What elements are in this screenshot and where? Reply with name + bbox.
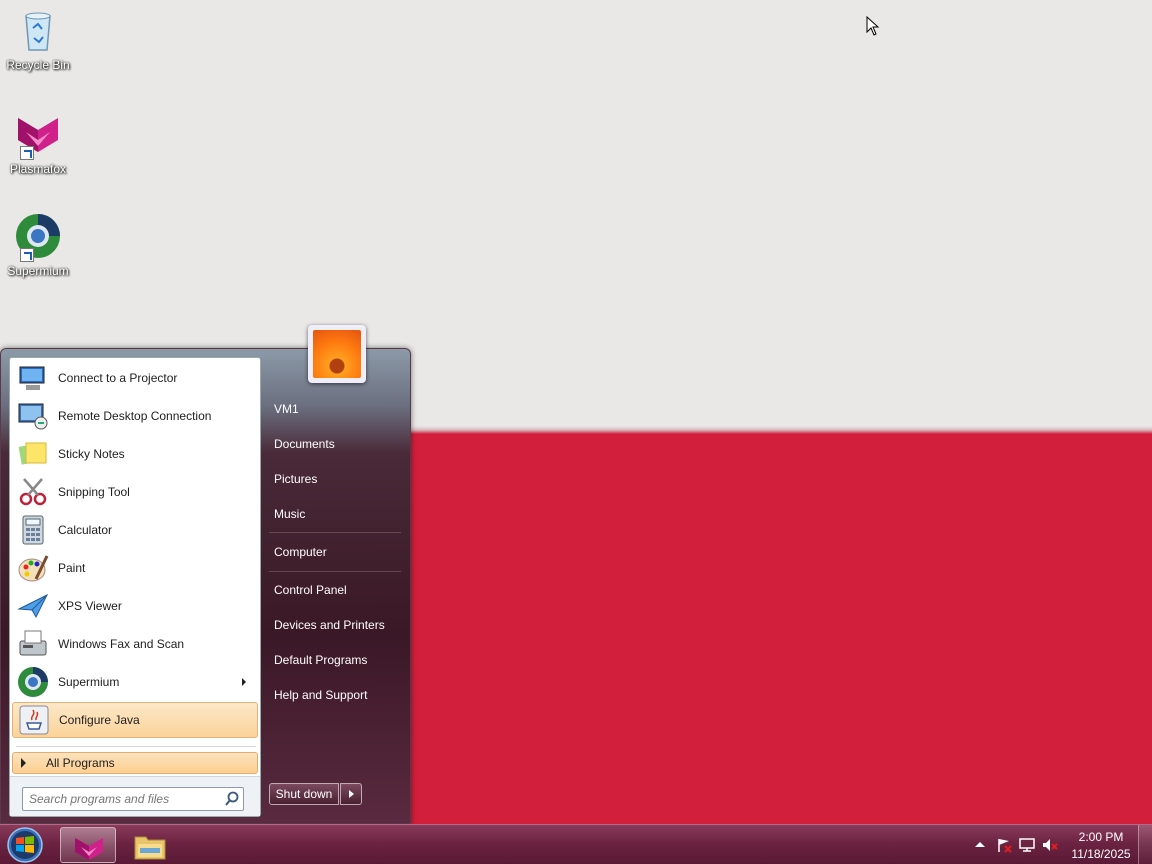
shutdown-button[interactable]: Shut down	[269, 783, 339, 805]
folder-icon	[134, 836, 166, 860]
taskbar-button-windows-explorer[interactable]	[122, 827, 178, 863]
all-programs-button[interactable]: All Programs	[12, 752, 258, 774]
fax-icon	[16, 627, 50, 661]
desktop-icon-plasmafox[interactable]: Plasmafox	[0, 110, 76, 176]
action-center-flag-icon[interactable]	[996, 837, 1012, 853]
program-sticky-notes[interactable]: Sticky Notes	[12, 436, 258, 472]
program-windows-fax-and-scan[interactable]: Windows Fax and Scan	[12, 626, 258, 662]
program-calculator[interactable]: Calculator	[12, 512, 258, 548]
desktop-icon-label: Plasmafox	[9, 162, 67, 176]
java-icon	[17, 703, 51, 737]
link-documents[interactable]: Documents	[274, 437, 335, 451]
link-control-panel[interactable]: Control Panel	[274, 583, 347, 597]
program-paint[interactable]: Paint	[12, 550, 258, 586]
calculator-icon	[16, 513, 50, 547]
desktop-icon-label: Supermium	[7, 264, 69, 278]
supermium-icon	[16, 665, 50, 699]
taskbar-button-plasmafox[interactable]	[60, 827, 116, 863]
plasmafox-icon	[75, 838, 103, 860]
start-orb-button[interactable]	[4, 826, 46, 864]
remote-desktop-icon	[16, 399, 50, 433]
paint-icon	[16, 551, 50, 585]
scissors-icon	[16, 475, 50, 509]
flower-avatar-icon	[313, 330, 361, 378]
taskbar: 2:00 PM 11/18/2025	[0, 824, 1152, 864]
programs-separator	[16, 746, 256, 747]
right-separator	[269, 532, 401, 533]
user-name-link[interactable]: VM1	[274, 402, 299, 416]
link-default-programs[interactable]: Default Programs	[274, 653, 367, 667]
program-connect-to-projector[interactable]: Connect to a Projector	[12, 360, 258, 396]
right-separator	[269, 571, 401, 572]
program-remote-desktop-connection[interactable]: Remote Desktop Connection	[12, 398, 258, 434]
program-xps-viewer[interactable]: XPS Viewer	[12, 588, 258, 624]
projector-icon	[16, 361, 50, 395]
show-hidden-icons-arrow[interactable]	[972, 837, 988, 853]
search-area	[10, 776, 260, 816]
user-picture[interactable]	[308, 325, 366, 383]
xps-viewer-icon	[16, 589, 50, 623]
clock-date[interactable]: 11/18/2025	[1061, 847, 1141, 861]
show-desktop-button[interactable]	[1138, 825, 1152, 864]
shortcut-arrow-icon	[20, 146, 34, 160]
link-pictures[interactable]: Pictures	[274, 472, 317, 486]
start-menu: Connect to a Projector Remote Desktop Co…	[0, 325, 411, 824]
mouse-cursor-icon	[866, 16, 880, 36]
link-devices-and-printers[interactable]: Devices and Printers	[274, 618, 385, 632]
sticky-notes-icon	[16, 437, 50, 471]
start-menu-programs-pane: Connect to a Projector Remote Desktop Co…	[9, 357, 261, 817]
shortcut-arrow-icon	[20, 248, 34, 262]
program-supermium[interactable]: Supermium	[12, 664, 258, 700]
link-music[interactable]: Music	[274, 507, 305, 521]
desktop-icon-recycle-bin[interactable]: Recycle Bin	[0, 6, 76, 72]
supermium-icon	[14, 212, 62, 262]
link-help-and-support[interactable]: Help and Support	[274, 688, 367, 702]
shutdown-options-arrow-button[interactable]	[340, 783, 362, 805]
search-icon[interactable]	[224, 791, 240, 807]
recycle-bin-icon	[14, 6, 62, 54]
expand-arrow-icon	[21, 758, 26, 768]
clock-time[interactable]: 2:00 PM	[1061, 830, 1141, 844]
search-input[interactable]	[22, 787, 244, 811]
program-snipping-tool[interactable]: Snipping Tool	[12, 474, 258, 510]
network-icon[interactable]	[1019, 837, 1035, 853]
desktop-icon-label: Recycle Bin	[6, 58, 70, 72]
plasmafox-icon	[14, 110, 62, 160]
volume-muted-icon[interactable]	[1042, 837, 1058, 853]
desktop-icon-supermium[interactable]: Supermium	[0, 212, 76, 278]
program-configure-java[interactable]: Configure Java	[12, 702, 258, 738]
link-computer[interactable]: Computer	[274, 545, 327, 559]
submenu-arrow-icon	[242, 678, 246, 686]
